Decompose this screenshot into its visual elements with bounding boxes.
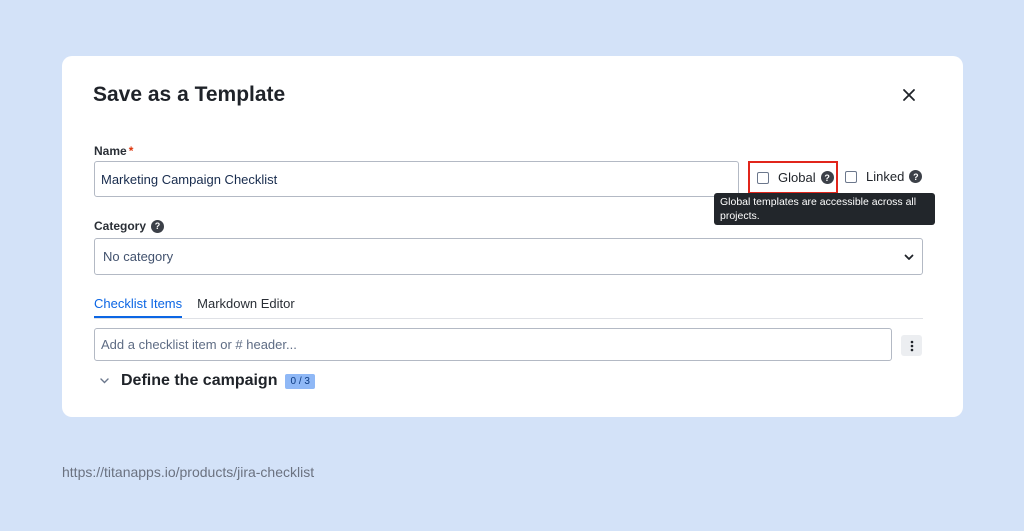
- add-checklist-item-input[interactable]: Add a checklist item or # header...: [94, 328, 892, 361]
- section-title: Define the campaign: [121, 372, 278, 389]
- add-item-placeholder: Add a checklist item or # header...: [101, 337, 297, 352]
- chevron-down-icon: [904, 249, 914, 264]
- checklist-section[interactable]: Define the campaign 0 / 3: [100, 372, 315, 390]
- linked-label: Linked: [866, 169, 905, 184]
- linked-checkbox-group[interactable]: Linked ?: [845, 169, 923, 184]
- close-icon[interactable]: [900, 86, 918, 104]
- required-mark: *: [128, 144, 134, 158]
- category-label-text: Category: [94, 219, 147, 233]
- global-label: Global: [778, 170, 816, 185]
- global-checkbox[interactable]: [757, 171, 769, 184]
- global-tooltip: Global templates are accessible across a…: [714, 193, 935, 225]
- editor-tabs: Checklist Items Markdown Editor: [94, 296, 923, 319]
- category-value: No category: [103, 249, 174, 264]
- footer-url: https://titanapps.io/products/jira-check…: [62, 464, 315, 480]
- kebab-icon: [910, 340, 913, 351]
- linked-checkbox[interactable]: [845, 170, 857, 183]
- category-help-icon[interactable]: ?: [151, 219, 165, 233]
- name-label-text: Name: [94, 144, 127, 158]
- global-help-icon[interactable]: ?: [820, 171, 834, 184]
- name-input[interactable]: Marketing Campaign Checklist: [94, 161, 739, 197]
- chevron-down-icon[interactable]: [100, 378, 109, 384]
- name-label: Name *: [94, 144, 133, 158]
- more-options-button[interactable]: [901, 335, 922, 356]
- name-input-value: Marketing Campaign Checklist: [101, 171, 278, 187]
- save-template-dialog: Save as a Template Name * Marketing Campa…: [62, 56, 963, 417]
- category-select[interactable]: No category: [94, 238, 923, 275]
- dialog-title: Save as a Template: [93, 83, 286, 106]
- category-label: Category ?: [94, 219, 165, 233]
- linked-help-icon[interactable]: ?: [909, 170, 923, 183]
- global-checkbox-group[interactable]: Global ?: [748, 161, 838, 194]
- progress-badge: 0 / 3: [285, 373, 315, 389]
- tab-markdown-editor[interactable]: Markdown Editor: [197, 296, 295, 318]
- tab-checklist-items[interactable]: Checklist Items: [94, 296, 183, 318]
